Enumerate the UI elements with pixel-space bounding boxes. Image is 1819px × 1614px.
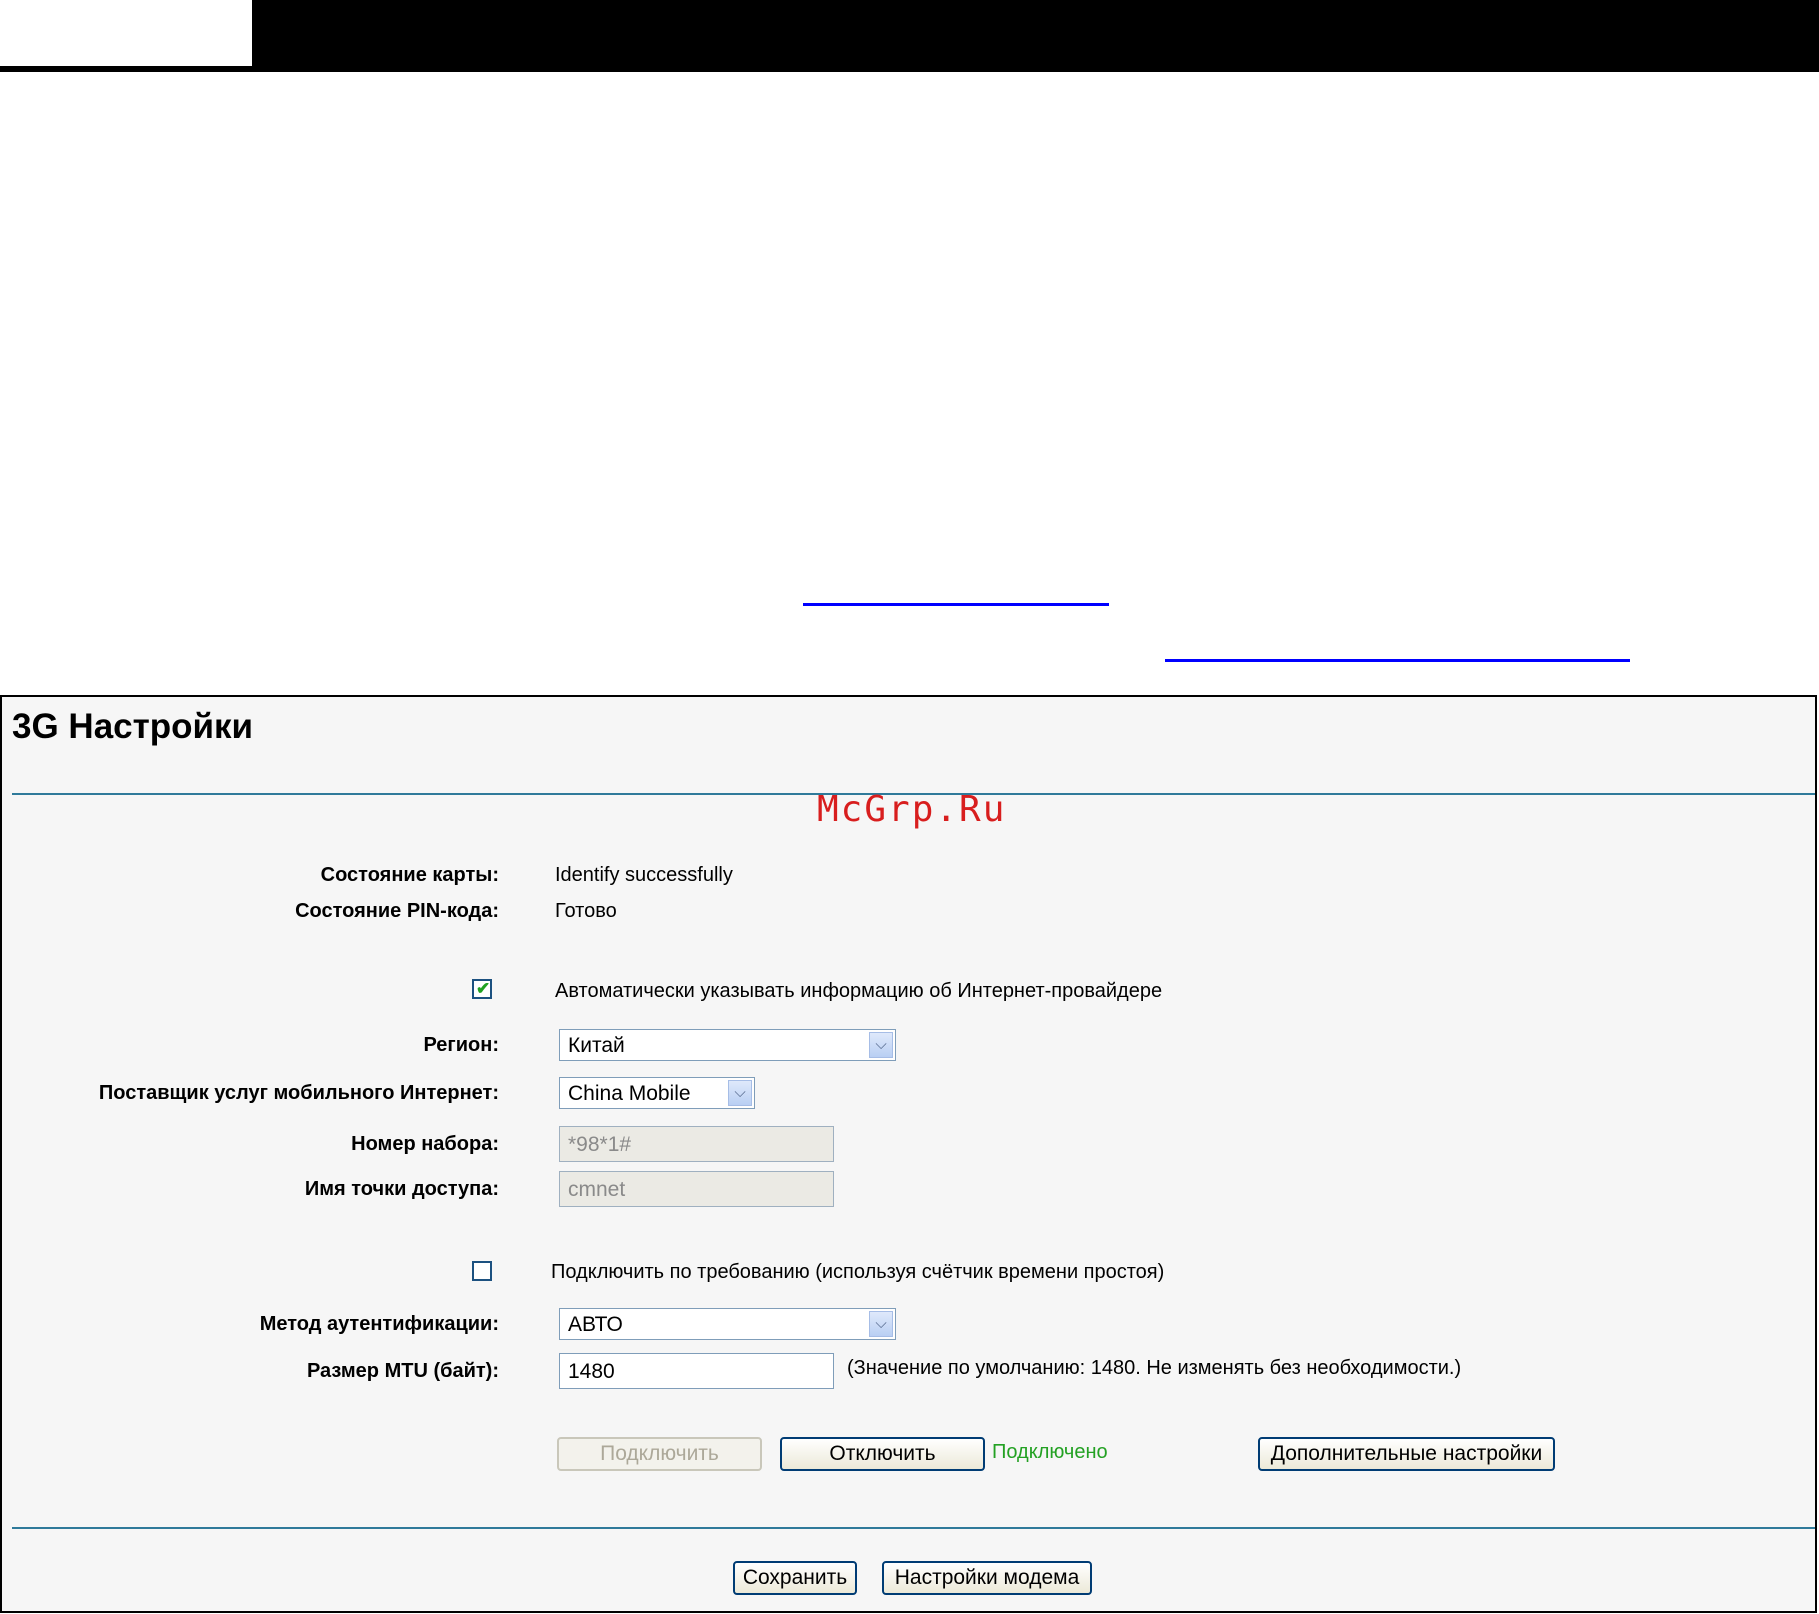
region-selected-value: Китай (568, 1034, 625, 1057)
disconnect-button[interactable]: Отключить (780, 1437, 985, 1471)
connection-status: Подключено (992, 1441, 1108, 1463)
document-link-underline-1[interactable] (803, 603, 1109, 606)
auto-isp-label: Автоматически указывать информацию об Ин… (555, 980, 1163, 1002)
checkmark-icon: ✔ (476, 979, 491, 998)
on-demand-label: Подключить по требованию (используя счёт… (551, 1261, 1165, 1283)
auth-method-select[interactable]: АВТО ⌵ (559, 1308, 896, 1340)
auth-method-label: Метод аутентификации: (259, 1313, 499, 1335)
apn-label: Имя точки доступа: (304, 1178, 499, 1200)
card-status-value: Identify successfully (555, 864, 733, 886)
apn-input[interactable]: cmnet (559, 1171, 834, 1207)
dial-number-input[interactable]: *98*1# (559, 1126, 834, 1162)
on-demand-checkbox[interactable] (472, 1261, 492, 1281)
region-select[interactable]: Китай ⌵ (559, 1029, 896, 1061)
auth-method-selected-value: АВТО (568, 1313, 623, 1336)
connect-button[interactable]: Подключить (557, 1437, 762, 1471)
page-title: 3G Настройки (12, 707, 254, 746)
header-tab-underline (0, 66, 252, 72)
card-status-label: Состояние карты: (320, 864, 499, 886)
provider-label: Поставщик услуг мобильного Интернет: (98, 1082, 499, 1104)
document-link-underline-2[interactable] (1165, 659, 1630, 662)
chevron-down-icon[interactable]: ⌵ (869, 1032, 893, 1058)
mtu-hint: (Значение по умолчанию: 1480. Не изменят… (847, 1357, 1462, 1379)
advanced-settings-button[interactable]: Дополнительные настройки (1258, 1437, 1555, 1471)
header-tab (0, 0, 252, 66)
pin-status-label: Состояние PIN-кода: (295, 900, 499, 922)
document-header-bar (0, 0, 1819, 72)
watermark: McGrp.Ru (817, 789, 1007, 830)
modem-settings-button[interactable]: Настройки модема (882, 1561, 1092, 1595)
save-button[interactable]: Сохранить (733, 1561, 857, 1595)
provider-selected-value: China Mobile (568, 1082, 691, 1105)
region-label: Регион: (423, 1034, 499, 1056)
auto-isp-checkbox[interactable]: ✔ (472, 979, 492, 999)
bottom-divider (12, 1527, 1815, 1529)
chevron-down-icon[interactable]: ⌵ (869, 1311, 893, 1337)
settings-panel: 3G Настройки McGrp.Ru Состояние карты: I… (0, 695, 1817, 1613)
mtu-label: Размер MTU (байт): (306, 1360, 499, 1382)
chevron-down-icon[interactable]: ⌵ (728, 1080, 752, 1106)
pin-status-value: Готово (555, 900, 617, 922)
dial-number-label: Номер набора: (351, 1133, 499, 1155)
mtu-input[interactable]: 1480 (559, 1353, 834, 1389)
provider-select[interactable]: China Mobile ⌵ (559, 1077, 755, 1109)
